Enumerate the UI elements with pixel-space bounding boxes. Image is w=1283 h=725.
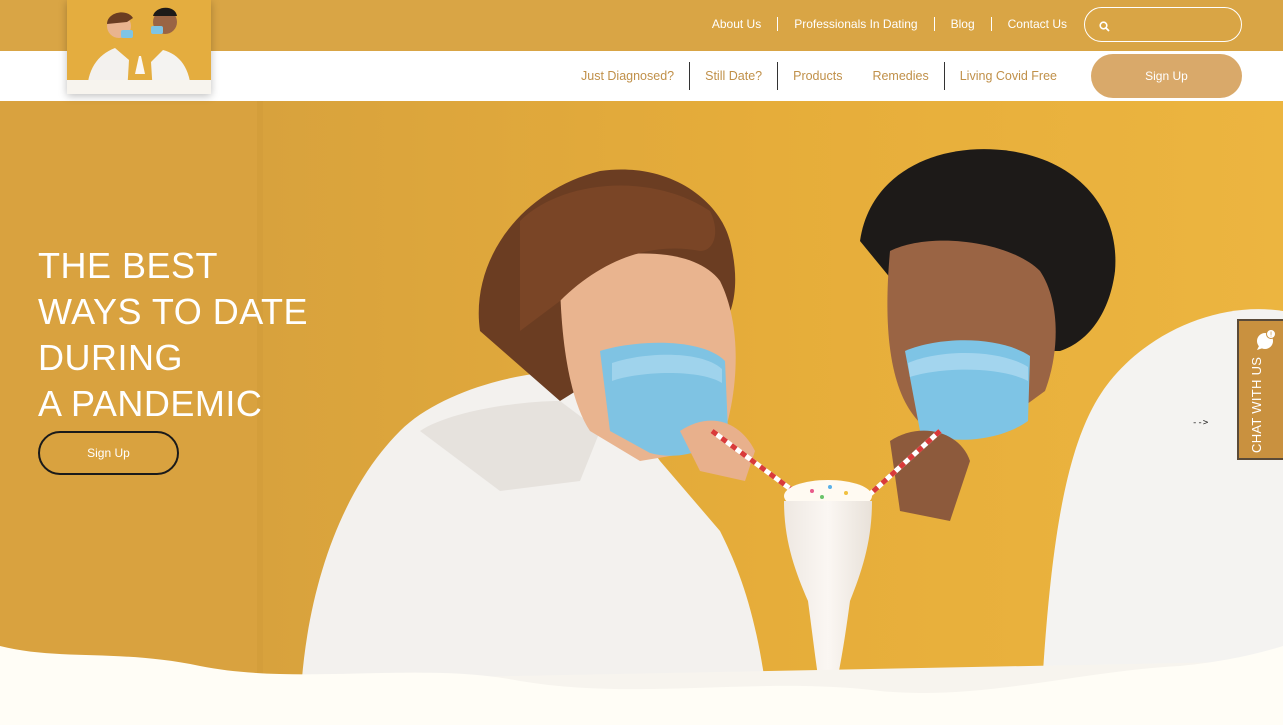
hero-title-line: DURING [38,337,183,378]
search-icon[interactable] [1099,19,1110,32]
site-logo[interactable] [67,0,211,94]
search-input[interactable] [1118,17,1228,32]
nav-products[interactable]: Products [777,62,857,90]
chat-label: CHAT WITH US [1249,356,1264,453]
hero-title-line: A PANDEMIC [38,383,263,424]
svg-text:!: ! [1270,331,1273,339]
top-nav-blog[interactable]: Blog [933,17,991,31]
hero-signup-button[interactable]: Sign Up [38,431,179,475]
arrow-mark: --> [1192,418,1209,428]
logo-image [67,0,211,94]
top-nav-professionals-in-dating[interactable]: Professionals In Dating [777,17,933,31]
hero-title: THE BEST WAYS TO DATE DURING A PANDEMIC [38,243,308,427]
nav-living-covid-free[interactable]: Living Covid Free [943,62,1072,90]
hero-banner: THE BEST WAYS TO DATE DURING A PANDEMIC … [0,101,1283,725]
chat-bubble-icon: ! [1255,329,1277,351]
nav-still-date[interactable]: Still Date? [689,62,777,90]
top-nav-about-us[interactable]: About Us [696,17,777,31]
top-nav: About Us Professionals In Dating Blog Co… [696,17,1083,31]
hero-title-line: WAYS TO DATE [38,291,309,332]
hero-title-line: THE BEST [38,245,219,286]
header-signup-button[interactable]: Sign Up [1091,54,1242,98]
top-nav-contact-us[interactable]: Contact Us [990,17,1083,31]
search-box[interactable] [1084,7,1242,42]
nav-just-diagnosed[interactable]: Just Diagnosed? [566,62,689,90]
main-nav: Just Diagnosed? Still Date? Products Rem… [566,62,1072,90]
chat-with-us-tab[interactable]: ! CHAT WITH US [1237,319,1283,460]
nav-remedies[interactable]: Remedies [857,62,943,90]
